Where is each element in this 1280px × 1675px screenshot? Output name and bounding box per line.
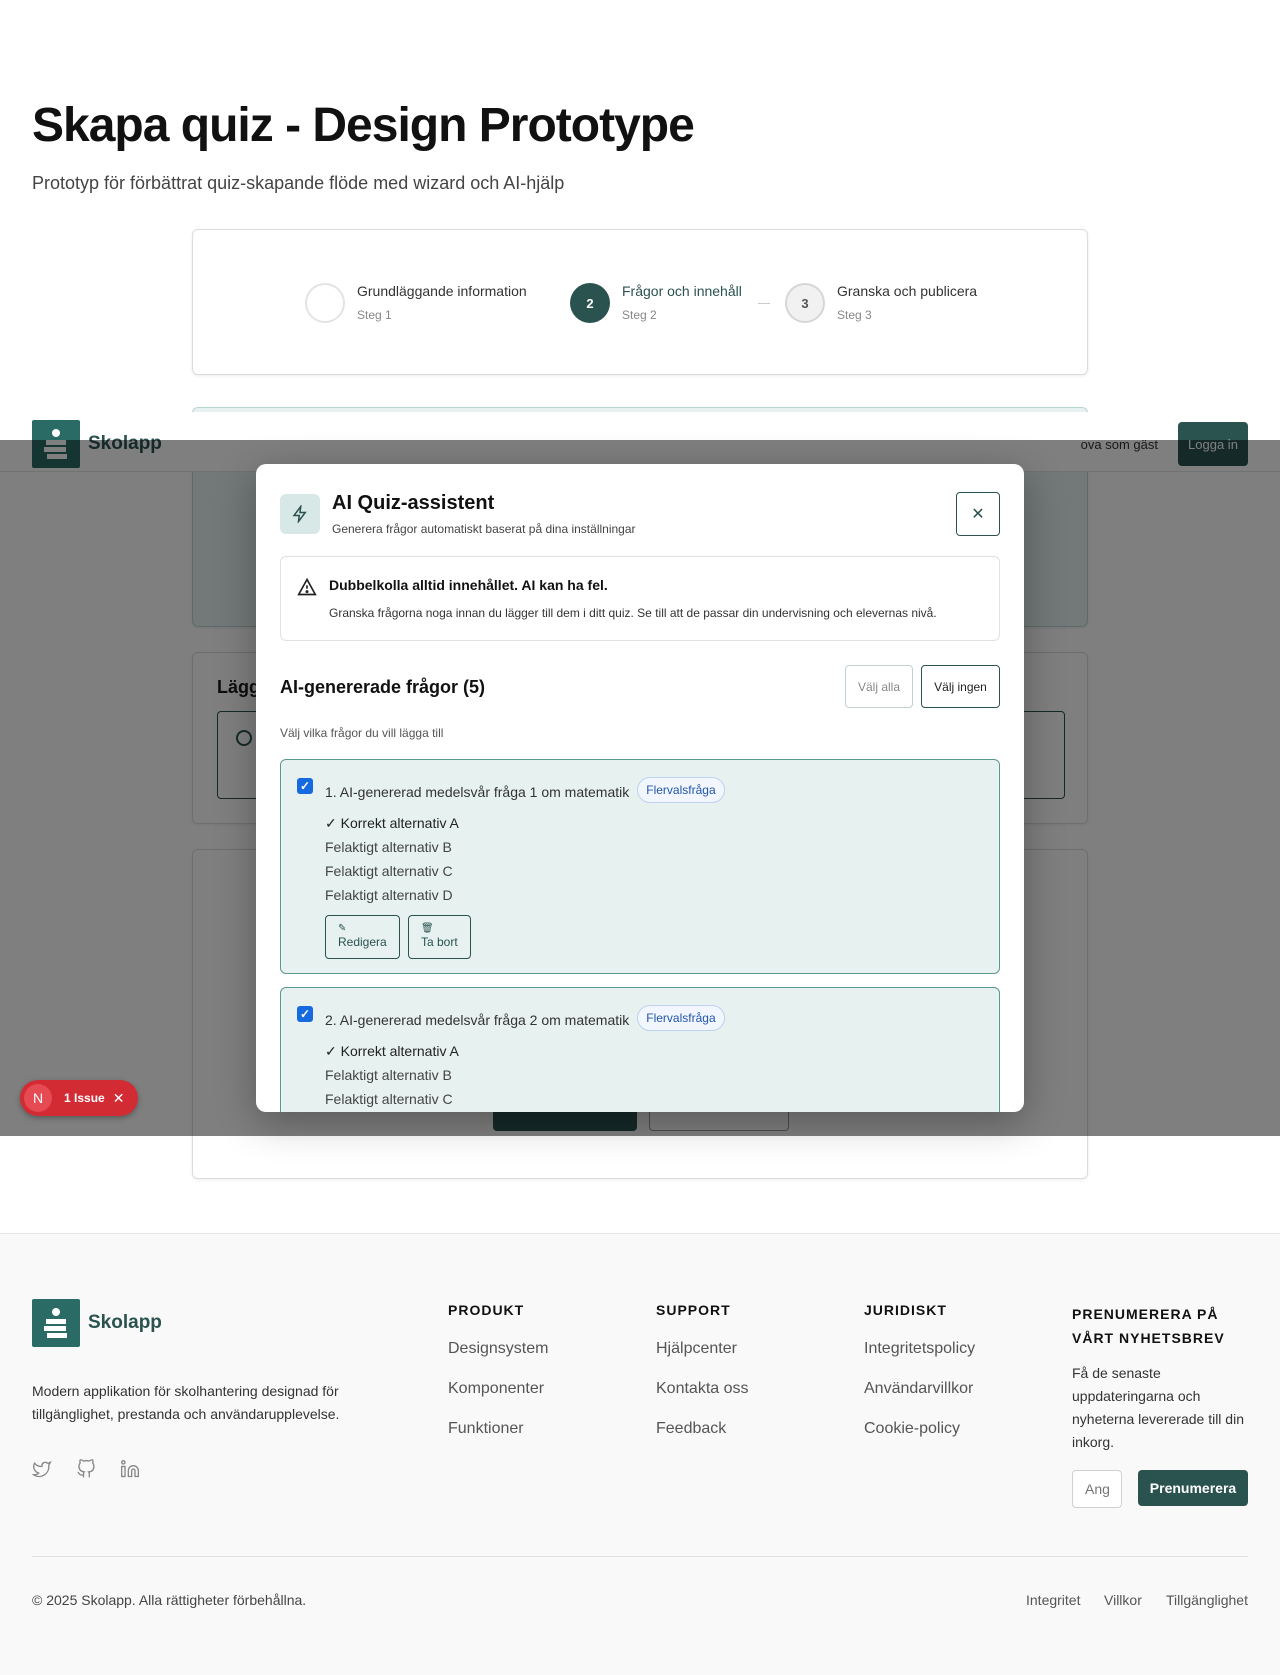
question-checkbox[interactable]: ✓ <box>297 778 313 794</box>
answer-option: ✓ Korrekt alternativ A <box>325 1043 459 1059</box>
footer-brand[interactable]: Skolapp <box>88 1312 162 1334</box>
step-1[interactable]: Grundläggande information Steg 1 <box>305 283 527 323</box>
footer: Skolapp Modern applikation för skolhante… <box>0 1233 1280 1675</box>
newsletter-text: Få de senaste uppdateringarna och nyhete… <box>1072 1365 1244 1450</box>
step-3[interactable]: 3 Granska och publicera Steg 3 <box>785 283 977 323</box>
footer-divider <box>32 1556 1248 1557</box>
warning-title: Dubbelkolla alltid innehållet. AI kan ha… <box>329 577 608 593</box>
answer-option: Felaktigt alternativ B <box>325 1067 452 1083</box>
select-all-button[interactable]: Välj alla <box>845 665 913 708</box>
trash-icon: 🗑 <box>421 923 434 934</box>
logo-icon[interactable] <box>32 1299 80 1347</box>
question-type-badge: Flervalsfråga <box>637 1005 725 1031</box>
question-checkbox[interactable]: ✓ <box>297 1006 313 1022</box>
step-2-circle: 2 <box>570 283 610 323</box>
github-icon[interactable] <box>76 1459 96 1479</box>
linkedin-icon[interactable] <box>120 1459 140 1479</box>
lightning-icon <box>280 494 320 534</box>
close-icon: ✕ <box>971 506 985 523</box>
questions-heading: AI-genererade frågor (5) <box>280 677 486 697</box>
step-1-sub: Steg 1 <box>357 308 392 322</box>
step-1-circle <box>305 283 345 323</box>
edit-icon: ✎ <box>338 923 347 934</box>
step-1-title: Grundläggande information <box>357 283 527 299</box>
footer-col-juridiskt: JURIDISKT Integritetspolicy Användarvill… <box>864 1302 975 1438</box>
answer-option: ✓ Korrekt alternativ A <box>325 815 459 831</box>
ai-quiz-modal: AI Quiz-assistent Generera frågor automa… <box>256 464 1024 1112</box>
twitter-icon[interactable] <box>32 1459 52 1479</box>
footer-link[interactable]: Designsystem <box>448 1340 548 1358</box>
answer-options: ✓ Korrekt alternativ A Felaktigt alterna… <box>325 1039 459 1111</box>
footer-col-title: JURIDISKT <box>864 1302 947 1318</box>
legal-link-integritet[interactable]: Integritet <box>1026 1592 1080 1608</box>
footer-link[interactable]: Integritetspolicy <box>864 1340 975 1358</box>
footer-col-title: PRODUKT <box>448 1302 525 1318</box>
footer-link[interactable]: Feedback <box>656 1420 749 1438</box>
footer-link[interactable]: Cookie-policy <box>864 1420 975 1438</box>
issues-badge[interactable]: N 1 Issue ✕ <box>20 1080 138 1116</box>
wizard-stepper: Grundläggande information Steg 1 2 Frågo… <box>192 229 1088 375</box>
subscribe-button[interactable]: Prenumerera <box>1138 1470 1248 1506</box>
newsletter-email-input[interactable] <box>1072 1470 1122 1508</box>
answer-option: Felaktigt alternativ C <box>325 863 453 879</box>
question-type-badge: Flervalsfråga <box>637 777 725 803</box>
footer-link[interactable]: Kontakta oss <box>656 1380 749 1398</box>
footer-col-title: SUPPORT <box>656 1302 731 1318</box>
question-title: 1. AI-genererad medelsvår fråga 1 om mat… <box>325 783 630 800</box>
footer-col-produkt: PRODUKT Designsystem Komponenter Funktio… <box>448 1302 548 1438</box>
question-title: 2. AI-genererad medelsvår fråga 2 om mat… <box>325 1011 630 1028</box>
questions-hint: Välj vilka frågor du vill lägga till <box>280 726 444 740</box>
answer-options: ✓ Korrekt alternativ A Felaktigt alterna… <box>325 811 459 907</box>
legal-link-villkor[interactable]: Villkor <box>1104 1592 1142 1608</box>
question-card: ✓ 1. AI-genererad medelsvår fråga 1 om m… <box>280 759 1000 974</box>
step-3-circle: 3 <box>785 283 825 323</box>
delete-label: Ta bort <box>421 935 458 949</box>
footer-description: Modern applikation för skolhantering des… <box>32 1383 340 1422</box>
footer-link[interactable]: Funktioner <box>448 1420 548 1438</box>
footer-link[interactable]: Komponenter <box>448 1380 548 1398</box>
warning-text: Granska frågorna noga innan du lägger ti… <box>329 606 937 620</box>
step-3-sub: Steg 3 <box>837 308 872 322</box>
step-2[interactable]: 2 Frågor och innehåll Steg 2 <box>570 283 742 323</box>
issue-letter: N <box>24 1084 52 1112</box>
answer-option: Felaktigt alternativ D <box>325 887 453 903</box>
modal-title: AI Quiz-assistent <box>332 492 495 514</box>
step-3-title: Granska och publicera <box>837 283 978 299</box>
newsletter-title: PRENUMERERA PÅ VÅRT NYHETSBREV <box>1072 1306 1225 1346</box>
page-title: Skapa quiz - Design Prototype <box>32 99 695 152</box>
footer-col-support: SUPPORT Hjälpcenter Kontakta oss Feedbac… <box>656 1302 749 1438</box>
select-none-button[interactable]: Välj ingen <box>921 665 1000 708</box>
footer-link[interactable]: Hjälpcenter <box>656 1340 749 1358</box>
step-separator <box>758 303 770 304</box>
edit-label: Redigera <box>338 935 387 949</box>
ai-warning: Dubbelkolla alltid innehållet. AI kan ha… <box>280 556 1000 641</box>
page-subtitle: Prototyp för förbättrat quiz-skapande fl… <box>32 173 565 193</box>
close-button[interactable]: ✕ <box>956 492 1000 536</box>
answer-option: Felaktigt alternativ C <box>325 1091 453 1107</box>
delete-button[interactable]: 🗑 Ta bort <box>408 915 471 959</box>
modal-subtitle: Generera frågor automatiskt baserat på d… <box>332 522 636 536</box>
edit-button[interactable]: ✎ Redigera <box>325 915 400 959</box>
legal-link-tillganglighet[interactable]: Tillgänglighet <box>1166 1592 1248 1608</box>
question-card: ✓ 2. AI-genererad medelsvår fråga 2 om m… <box>280 987 1000 1112</box>
close-icon[interactable]: ✕ <box>113 1090 125 1107</box>
answer-option: Felaktigt alternativ B <box>325 839 452 855</box>
issue-label: 1 Issue <box>64 1091 105 1105</box>
step-2-sub: Steg 2 <box>622 308 657 322</box>
warning-icon <box>297 577 317 596</box>
footer-link[interactable]: Användarvillkor <box>864 1380 975 1398</box>
step-2-title: Frågor och innehåll <box>622 283 742 299</box>
copyright: © 2025 Skolapp. Alla rättigheter förbehå… <box>32 1592 307 1608</box>
